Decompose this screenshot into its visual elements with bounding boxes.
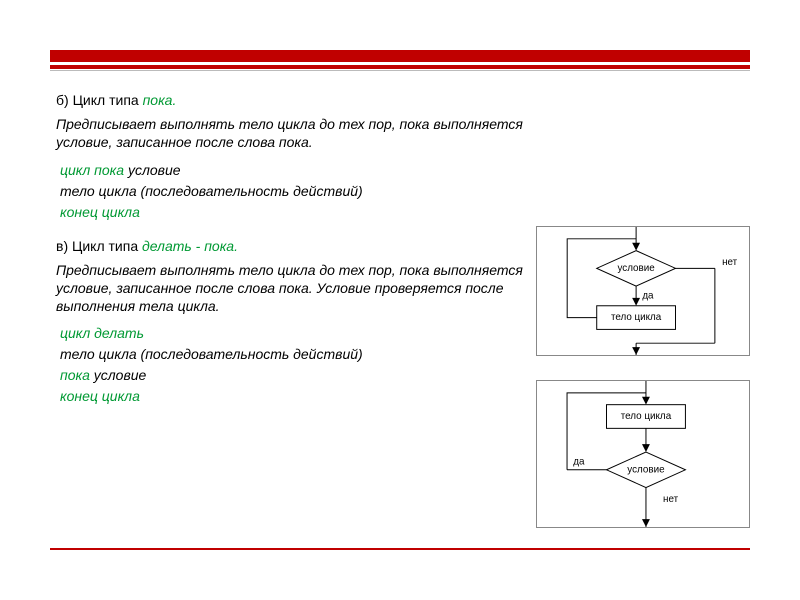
code-line: тело цикла (последовательность действий): [60, 181, 750, 202]
flowchart-while: условие да тело цикла нет: [536, 226, 750, 356]
section-b-code: цикл пока условие тело цикла (последоват…: [60, 160, 750, 223]
flow-yes: да: [642, 291, 654, 302]
flow-body: тело цикла: [611, 312, 662, 323]
code-line: цикл пока условие: [60, 160, 750, 181]
bottom-rule: [50, 548, 750, 550]
kw-condition: условие: [90, 367, 146, 383]
section-b-keyword: пока.: [143, 92, 177, 108]
header-rule: [50, 50, 750, 71]
flow-no: нет: [722, 257, 738, 268]
section-c-prefix: в) Цикл типа: [56, 238, 142, 254]
rule-grey: [50, 70, 750, 71]
section-b-description: Предписывает выполнять тело цикла до тех…: [56, 115, 576, 151]
slide-content: б) Цикл типа пока. Предписывает выполнят…: [0, 0, 800, 451]
flow-condition: условие: [617, 263, 655, 274]
flow-body: тело цикла: [621, 411, 672, 422]
section-c-description: Предписывает выполнять тело цикла до тех…: [56, 261, 566, 316]
section-b-heading: б) Цикл типа пока.: [56, 91, 750, 109]
section-c-keyword: делать - пока.: [142, 238, 238, 254]
rule-dark: [50, 50, 750, 62]
kw-while: пока: [60, 367, 90, 383]
code-line: конец цикла: [60, 202, 750, 223]
kw-cycle-while: цикл пока: [60, 162, 124, 178]
kw-condition: условие: [124, 162, 180, 178]
flow-condition: условие: [627, 464, 665, 475]
section-b-prefix: б) Цикл типа: [56, 92, 143, 108]
flow-no: нет: [663, 494, 679, 505]
rule-light: [50, 65, 750, 69]
flow-yes: да: [573, 457, 585, 468]
flowchart-do-while: тело цикла условие да нет: [536, 380, 750, 528]
